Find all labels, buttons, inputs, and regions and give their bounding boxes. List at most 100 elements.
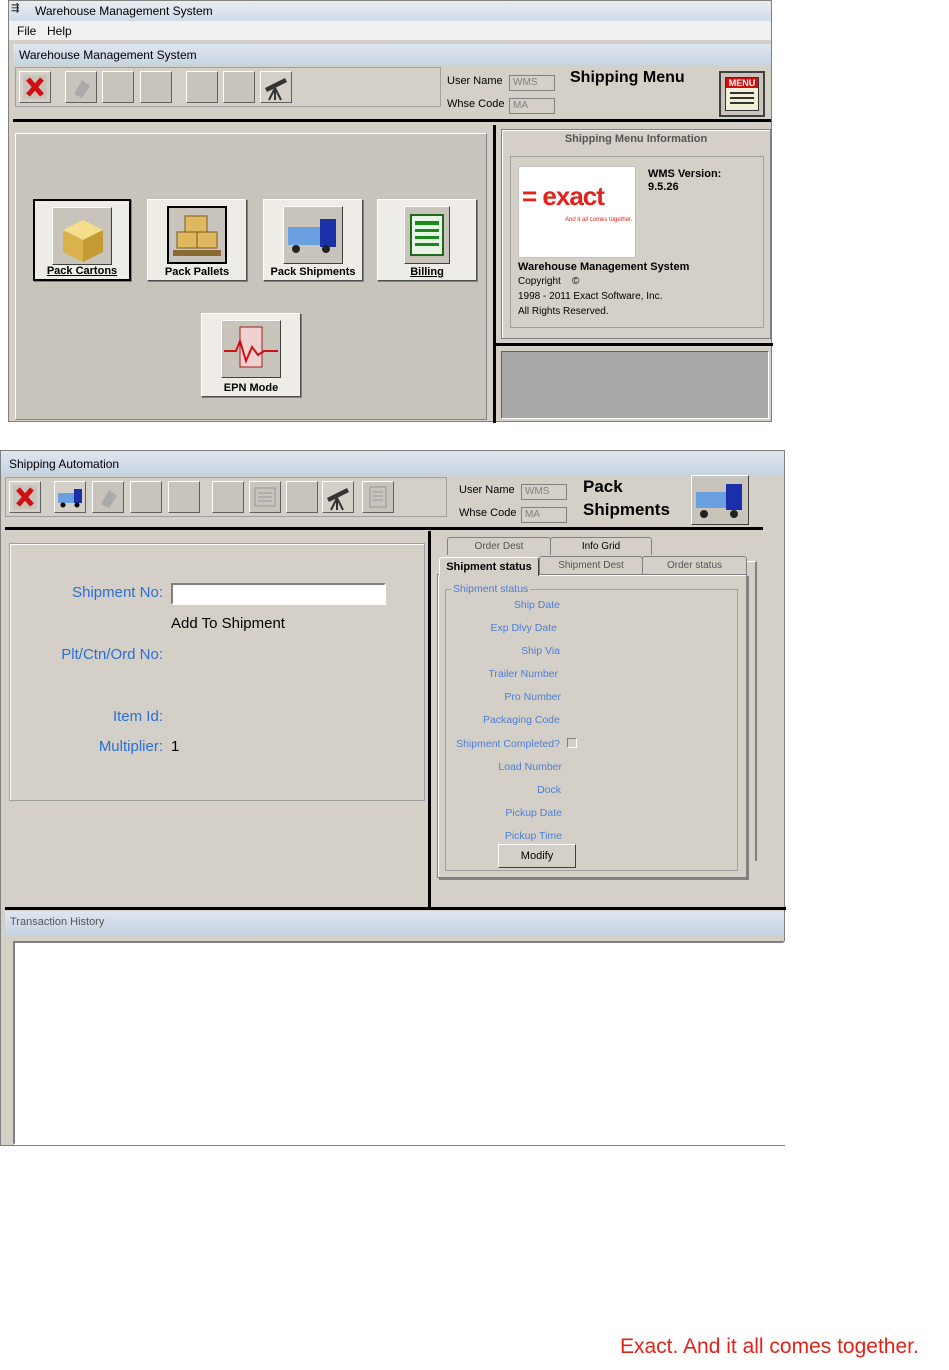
trailer-number-label: Trailer Number bbox=[488, 668, 558, 680]
transaction-history-title: Transaction History bbox=[10, 916, 105, 928]
page-title: Shipping Menu bbox=[570, 69, 685, 86]
tab-order-status[interactable]: Order status bbox=[642, 556, 747, 574]
toolbar-button-4[interactable] bbox=[130, 481, 162, 513]
shipping-title-bar: Shipping Automation bbox=[1, 451, 784, 475]
pack-shipments-label: Pack Shipments bbox=[270, 266, 356, 278]
multiplier-value: 1 bbox=[171, 738, 180, 755]
ship-date-label: Ship Date bbox=[513, 599, 560, 611]
copyright-years: 1998 - 2011 Exact Software, Inc. bbox=[518, 291, 663, 302]
user-name-label: User Name bbox=[447, 75, 503, 87]
info-panel: Shipping Menu Information = exact And it… bbox=[501, 129, 771, 339]
toolbar-button-5[interactable] bbox=[168, 481, 200, 513]
tab-shipment-dest[interactable]: Shipment Dest bbox=[539, 556, 643, 574]
right-divider bbox=[493, 125, 496, 423]
exp-dlvy-date-label: Exp Dlvy Date bbox=[490, 622, 557, 634]
pack-pallets-button[interactable]: Pack Pallets bbox=[147, 199, 247, 281]
scan-icon bbox=[74, 80, 90, 98]
message-panel bbox=[501, 351, 769, 419]
exact-logo: = exact And it all comes together. bbox=[518, 166, 636, 258]
window-title: Warehouse Management System bbox=[19, 48, 197, 62]
pallet-icon bbox=[167, 206, 227, 264]
truck-icon bbox=[283, 206, 343, 264]
modify-button[interactable]: Modify bbox=[498, 844, 576, 868]
tab-shipment-status[interactable]: Shipment status bbox=[439, 557, 539, 576]
page-title-line2: Shipments bbox=[583, 500, 670, 519]
truck-button[interactable] bbox=[54, 481, 86, 513]
page-title-line1: Pack bbox=[583, 477, 623, 496]
menubar: File Help bbox=[9, 21, 771, 40]
epn-mode-button[interactable]: EPN Mode bbox=[201, 313, 301, 397]
product-name: Warehouse Management System bbox=[518, 261, 690, 273]
tab-info-grid[interactable]: Info Grid bbox=[550, 537, 652, 555]
toolbar-button-10[interactable] bbox=[362, 481, 394, 513]
pack-cartons-button[interactable]: Pack Cartons bbox=[33, 199, 131, 281]
tab-order-dest[interactable]: Order Dest bbox=[447, 537, 551, 555]
toolbar-button-3[interactable] bbox=[102, 71, 134, 103]
telescope-icon bbox=[327, 488, 349, 511]
toolbar-button-4[interactable] bbox=[140, 71, 172, 103]
billing-button[interactable]: Billing bbox=[377, 199, 477, 281]
menu-file[interactable]: File bbox=[17, 24, 36, 38]
scan-icon bbox=[101, 490, 117, 508]
menu-help[interactable]: Help bbox=[47, 24, 72, 38]
footer-tagline: Exact. And it all comes together. bbox=[620, 1335, 919, 1358]
shipping-toolbar bbox=[5, 477, 447, 517]
load-number-label: Load Number bbox=[498, 761, 562, 773]
truck-icon bbox=[696, 484, 742, 518]
bottom-right-divider bbox=[493, 343, 773, 346]
pack-shipments-icon bbox=[691, 475, 749, 525]
telescope-icon bbox=[265, 78, 287, 101]
toolbar-divider bbox=[5, 527, 763, 530]
shipment-completed-label: Shipment Completed? bbox=[456, 738, 560, 750]
menu-window: ⇶ Warehouse Management System File Help … bbox=[8, 0, 773, 423]
epn-icon bbox=[221, 320, 281, 378]
report-icon bbox=[369, 486, 387, 508]
version-value: 9.5.26 bbox=[648, 181, 679, 193]
user-name-field: WMS bbox=[509, 75, 555, 91]
document-icon bbox=[254, 487, 276, 507]
telescope-button[interactable] bbox=[260, 71, 292, 103]
toolbar-button-6[interactable] bbox=[212, 481, 244, 513]
toolbar-button-2[interactable] bbox=[65, 71, 97, 103]
transaction-history-list[interactable] bbox=[13, 941, 785, 1145]
toolbar-button-3[interactable] bbox=[92, 481, 124, 513]
toolbar-button-5[interactable] bbox=[186, 71, 218, 103]
billing-icon bbox=[404, 206, 450, 264]
packaging-code-label: Packaging Code bbox=[482, 714, 560, 726]
pro-number-label: Pro Number bbox=[504, 691, 561, 703]
toolbar-button-7[interactable] bbox=[249, 481, 281, 513]
pack-shipments-button[interactable]: Pack Shipments bbox=[263, 199, 363, 281]
pickup-time-label: Pickup Time bbox=[504, 830, 562, 842]
close-icon bbox=[13, 485, 37, 509]
exit-button[interactable] bbox=[19, 71, 51, 103]
item-id-label: Item Id: bbox=[112, 708, 163, 725]
whse-code-field: MA bbox=[521, 507, 567, 523]
menu-icon-text: MENU bbox=[726, 78, 758, 88]
os-title: Warehouse Management System bbox=[35, 4, 213, 18]
plt-ctn-ord-label: Plt/Ctn/Ord No: bbox=[61, 646, 163, 663]
toolbar-button-8[interactable] bbox=[286, 481, 318, 513]
shipment-completed-checkbox[interactable] bbox=[567, 738, 577, 748]
shipping-window: Shipping Automation User Name WMS Whse C… bbox=[0, 450, 786, 1146]
shipping-window-title: Shipping Automation bbox=[9, 457, 120, 471]
pack-pallets-label: Pack Pallets bbox=[164, 266, 230, 278]
exit-button[interactable] bbox=[9, 481, 41, 513]
toolbar-divider bbox=[13, 119, 771, 122]
exact-logo-text: = exact bbox=[522, 181, 605, 211]
shipment-no-label: Shipment No: bbox=[72, 584, 163, 601]
shipment-no-input[interactable] bbox=[171, 583, 386, 605]
exact-logo-tagline: And it all comes together. bbox=[565, 217, 633, 223]
box-icon bbox=[52, 207, 112, 265]
whse-code-field: MA bbox=[509, 98, 555, 114]
copyright-symbol: © bbox=[572, 276, 580, 287]
menu-icon: MENU bbox=[719, 71, 765, 117]
pack-cartons-label: Pack Cartons bbox=[46, 265, 118, 277]
copyright-label: Copyright bbox=[518, 276, 561, 287]
toolbar-button-6[interactable] bbox=[223, 71, 255, 103]
info-panel-title: Shipping Menu Information bbox=[564, 133, 708, 145]
toolbar bbox=[15, 67, 441, 107]
history-divider bbox=[5, 907, 786, 910]
telescope-button[interactable] bbox=[322, 481, 354, 513]
whse-code-label: Whse Code bbox=[459, 507, 517, 519]
multiplier-label: Multiplier: bbox=[98, 738, 163, 755]
